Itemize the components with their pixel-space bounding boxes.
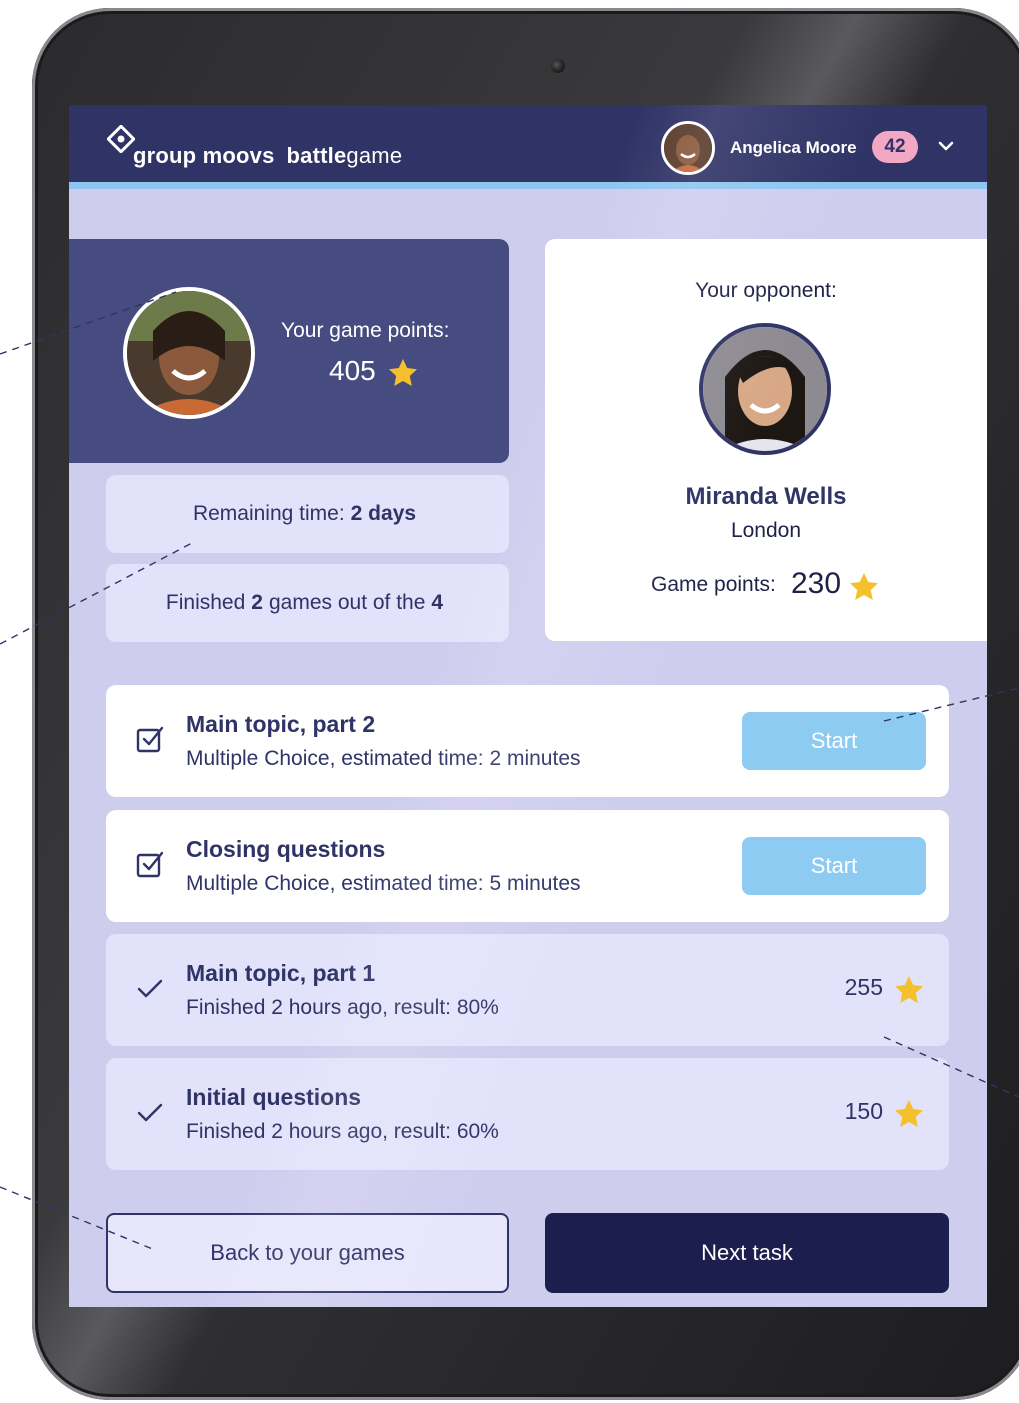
finished-prefix: Finished [165,591,246,614]
finished-count: 2 [251,591,263,614]
start-button[interactable]: Start [742,712,926,770]
task-item: Initial questions Finished 2 hours ago, … [106,1058,949,1170]
product-name-bold: battle [286,143,347,168]
opponent-points-value: 230 [791,567,842,600]
finished-middle: games out of the [268,591,426,614]
camera-dot [551,59,565,73]
chevron-down-icon[interactable] [937,139,955,153]
opponent-city: London [730,519,802,542]
user-avatar[interactable] [661,121,715,175]
task-title: Main topic, part 2 [186,711,376,737]
opponent-avatar-image [703,327,827,451]
checkbox-checked-icon [136,851,164,878]
remaining-time-value: 2 days [350,502,417,525]
player-avatar-image [127,291,251,415]
star-icon [895,976,923,1003]
top-bar: group moovs battlegame Angelica Moore 42 [69,105,987,189]
task-item: Closing questions Multiple Choice, estim… [106,810,949,922]
star-icon [895,1100,923,1127]
next-task-button[interactable]: Next task [545,1213,949,1293]
star-icon [850,573,878,600]
checkmark-icon [137,979,163,998]
player-card: Your game points: 405 [69,239,509,463]
star-icon [389,359,417,386]
opponent-avatar [699,323,831,455]
checkbox-checked-icon [136,726,164,753]
user-name[interactable]: Angelica Moore [730,138,857,158]
task-title: Initial questions [186,1084,362,1110]
task-subtitle: Finished 2 hours ago, result: 60% [186,1120,499,1143]
app-screen: group moovsbattlegame Angelica Moore 42 [69,105,987,1307]
checkmark-icon [137,1103,163,1122]
games-progress-box: Finished 2 games out of the 4 [106,564,509,642]
player-avatar [123,287,255,419]
task-item: Main topic, part 2 Multiple Choice, esti… [106,685,949,797]
app-logo[interactable]: group moovs battlegame [133,143,402,169]
start-button[interactable]: Start [742,837,926,895]
opponent-card: Your opponent: Miranda Wells London Game… [545,239,987,641]
task-subtitle: Multiple Choice, estimated time: 2 minut… [186,747,581,770]
product-name-light: game [346,143,403,168]
player-points-value: 405 [329,355,376,386]
task-title: Main topic, part 1 [186,960,376,986]
opponent-label: Your opponent: [695,279,837,302]
task-points: 150 [844,1098,883,1124]
task-subtitle: Finished 2 hours ago, result: 80% [186,996,499,1019]
back-to-games-button[interactable]: Back to your games [106,1213,509,1293]
logo-diamond-icon [107,125,135,153]
remaining-time-box: Remaining time: 2 days [106,475,509,553]
opponent-name: Miranda Wells [685,483,847,510]
task-points: 255 [844,974,883,1000]
user-avatar-image [664,124,712,172]
remaining-time-label: Remaining time: [192,502,345,525]
task-title: Closing questions [186,836,386,862]
player-points-label: Your game points: [281,319,450,342]
notification-badge[interactable]: 42 [872,131,918,163]
brand-name: group moovs [133,143,275,168]
finished-total: 4 [431,591,444,614]
task-item: Main topic, part 1 Finished 2 hours ago,… [106,934,949,1046]
task-subtitle: Multiple Choice, estimated time: 5 minut… [186,872,581,895]
opponent-points-label: Game points: [651,573,776,596]
